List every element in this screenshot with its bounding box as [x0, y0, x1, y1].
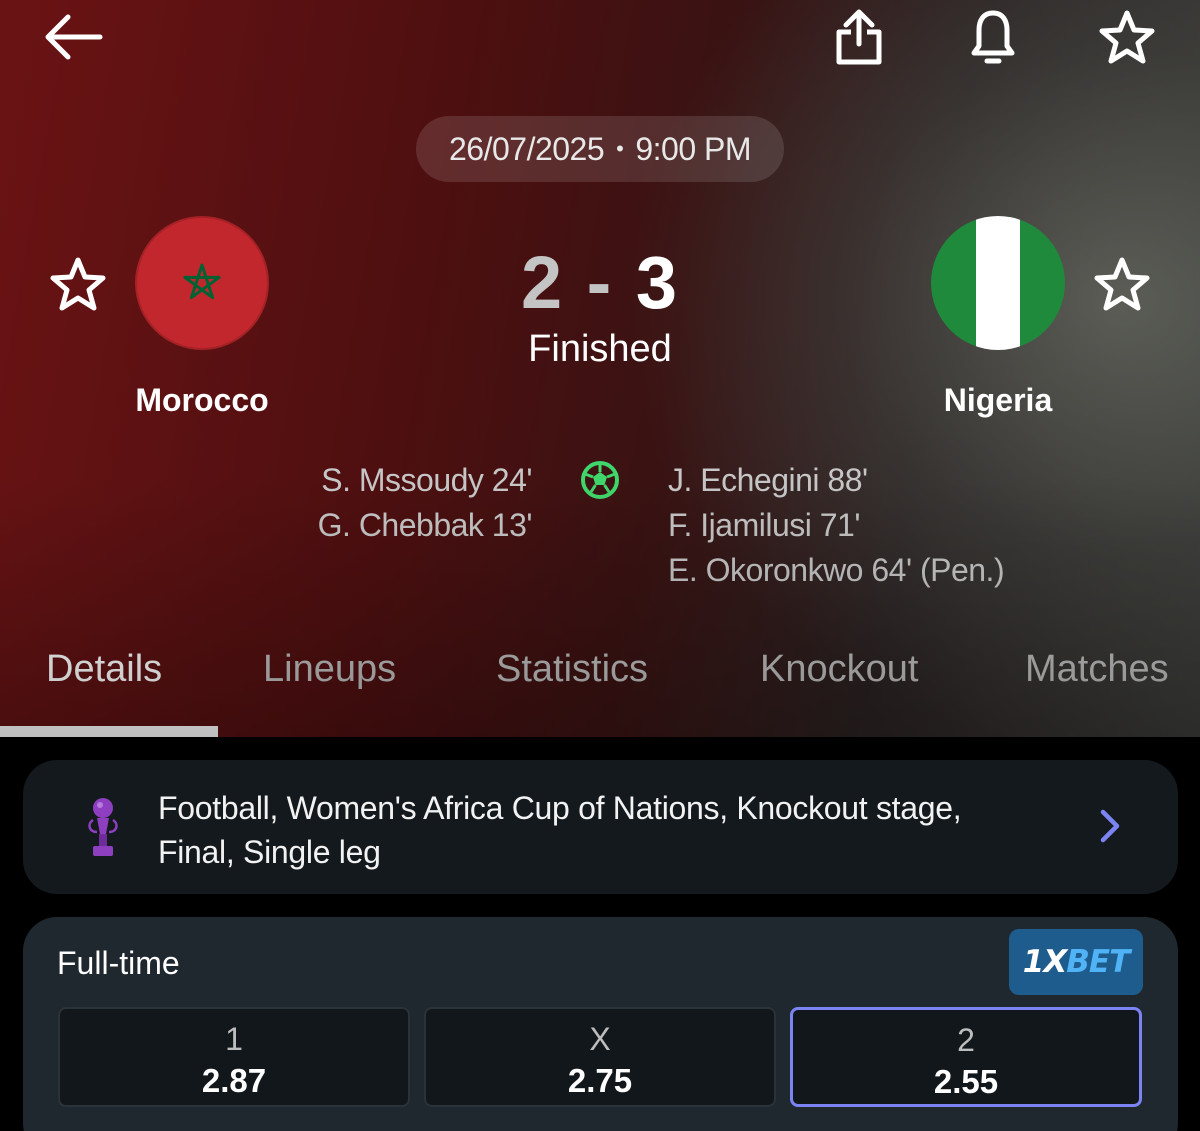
match-header: 26/07/2025 • 9:00 PM Morocco Nigeria 2 -… [0, 0, 1200, 737]
chevron-right-icon [1100, 809, 1120, 843]
bookmaker-logo[interactable]: 1X BET [1009, 929, 1143, 995]
competition-card[interactable]: Football, Women's Africa Cup of Nations,… [23, 760, 1178, 894]
trophy-icon [88, 798, 118, 856]
back-button[interactable] [38, 6, 108, 68]
odds-value: 2.87 [201, 1062, 267, 1099]
flag-stripe-white [975, 216, 1021, 350]
odds-away-win[interactable]: 2 2.55 [790, 1007, 1142, 1107]
share-icon [836, 9, 882, 65]
competition-line: Final, Single leg [158, 834, 381, 870]
match-date: 26/07/2025 [448, 130, 605, 167]
match-time: 9:00 PM [635, 130, 752, 167]
star-icon [50, 257, 106, 311]
home-scorers: S. Mssoudy 24' G. Chebbak 13' [317, 458, 533, 548]
tab-details[interactable]: Details [46, 648, 162, 691]
odds-label: X [589, 1021, 611, 1057]
pentagram-icon [183, 263, 221, 300]
tab-matches[interactable]: Matches [1025, 648, 1169, 691]
star-icon [1099, 10, 1155, 64]
odds-home-win[interactable]: 1 2.87 [58, 1007, 410, 1107]
back-arrow-icon [45, 14, 103, 60]
favorite-match-button[interactable] [1097, 6, 1157, 68]
tab-bar: Details Lineups Statistics Knockout Matc… [0, 630, 1200, 737]
match-status: Finished [528, 328, 672, 370]
star-icon [1094, 257, 1150, 311]
odds-value: 2.55 [933, 1063, 999, 1100]
odds-label: 2 [957, 1022, 975, 1058]
odds-card: Full-time 1X BET 1 2.87 X 2.75 2 2.55 [23, 917, 1178, 1131]
odds-draw[interactable]: X 2.75 [424, 1007, 776, 1107]
flag-stripe-green [1020, 216, 1065, 350]
active-tab-indicator [0, 726, 218, 737]
nigeria-flag[interactable] [931, 216, 1065, 350]
soccer-ball-icon [581, 461, 619, 499]
favorite-away-team-button[interactable] [1092, 254, 1152, 314]
bookmaker-logo-part: 1X [1022, 944, 1067, 980]
away-score: 3 [635, 241, 680, 324]
home-scorer: S. Mssoudy 24' [321, 462, 532, 498]
odds-value: 2.75 [567, 1062, 633, 1099]
datetime-separator: • [616, 136, 624, 161]
tab-statistics[interactable]: Statistics [496, 648, 648, 691]
notifications-button[interactable] [965, 6, 1021, 68]
share-button[interactable] [830, 6, 888, 68]
odds-title: Full-time [57, 945, 180, 981]
favorite-home-team-button[interactable] [48, 254, 108, 314]
match-datetime: 26/07/2025 • 9:00 PM [416, 116, 784, 182]
competition-name: Football, Women's Africa Cup of Nations,… [158, 786, 1058, 874]
bookmaker-logo-part: BET [1066, 944, 1130, 980]
score-separator: - [586, 241, 614, 324]
away-scorer: F. Ijamilusi 71' [668, 507, 860, 543]
away-scorer: E. Okoronkwo 64' (Pen.) [668, 552, 1005, 588]
home-score: 2 [520, 241, 565, 324]
tab-knockout[interactable]: Knockout [760, 648, 918, 691]
home-team-name[interactable]: Morocco [82, 382, 322, 419]
odds-label: 1 [225, 1021, 243, 1057]
away-team-name[interactable]: Nigeria [878, 382, 1118, 419]
match-score: 2 - 3 [450, 240, 750, 325]
competition-line: Football, Women's Africa Cup of Nations,… [158, 790, 962, 826]
tab-lineups[interactable]: Lineups [263, 648, 396, 691]
morocco-flag[interactable] [135, 216, 269, 350]
home-scorer: G. Chebbak 13' [317, 507, 533, 543]
away-scorer: J. Echegini 88' [668, 462, 868, 498]
bell-icon [971, 10, 1015, 64]
away-scorers: J. Echegini 88' F. Ijamilusi 71' E. Okor… [668, 458, 1005, 593]
flag-stripe-green [931, 216, 976, 350]
